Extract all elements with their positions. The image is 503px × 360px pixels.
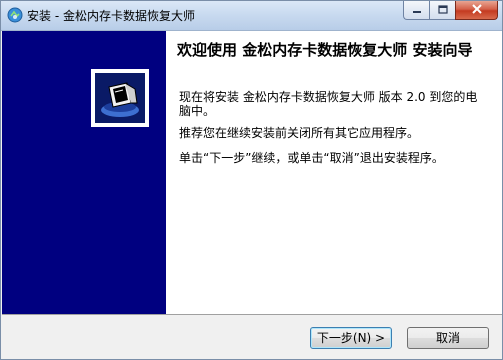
caption-buttons: [403, 1, 498, 21]
welcome-heading: 欢迎使用 金松内存卡数据恢复大师 安装向导: [177, 41, 473, 59]
installer-app-icon: [7, 7, 23, 23]
wizard-sidebar: [2, 31, 166, 314]
wizard-logo-image: [95, 73, 145, 123]
installer-window: 安装 - 金松内存卡数据恢复大师 欢迎使用 金松内存卡数据恢复大师 安装向导 现…: [0, 0, 503, 360]
window-title: 安装 - 金松内存卡数据恢复大师: [27, 9, 195, 23]
title-bar[interactable]: 安装 - 金松内存卡数据恢复大师: [1, 1, 502, 31]
close-button[interactable]: [455, 1, 498, 20]
welcome-panel: 欢迎使用 金松内存卡数据恢复大师 安装向导 现在将安装 金松内存卡数据恢复大师 …: [166, 31, 502, 314]
maximize-button[interactable]: [429, 1, 455, 20]
close-apps-recommendation: 推荐您在继续安装前关闭所有其它应用程序。: [179, 126, 420, 140]
minimize-button[interactable]: [403, 1, 429, 20]
close-icon: [471, 3, 483, 17]
install-description: 现在将安装 金松内存卡数据恢复大师 版本 2.0 到您的电脑中。: [179, 90, 478, 118]
minimize-icon: [412, 3, 422, 17]
next-button[interactable]: 下一步(N) >: [310, 327, 392, 349]
cancel-button[interactable]: 取消: [407, 327, 489, 349]
installer-wizard-logo: [91, 69, 149, 127]
continue-instructions: 单击“下一步”继续，或单击“取消”退出安装程序。: [179, 151, 444, 165]
button-bar: 下一步(N) > 取消: [2, 314, 502, 359]
maximize-icon: [437, 3, 448, 17]
